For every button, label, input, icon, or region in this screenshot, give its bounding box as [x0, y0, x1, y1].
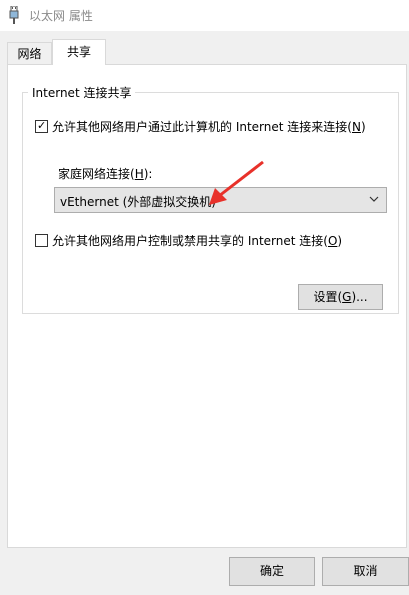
checkmark-icon: ✓ — [37, 119, 47, 132]
home-network-label: 家庭网络连接(H): — [58, 167, 153, 181]
tab-network-label: 网络 — [17, 47, 42, 61]
allow-control-checkbox[interactable] — [35, 234, 48, 247]
allow-connect-checkbox[interactable]: ✓ — [35, 119, 48, 133]
home-network-selected-value: vEthernet (外部虚拟交换机) — [60, 195, 216, 209]
network-adapter-icon — [9, 6, 19, 24]
ics-group-legend: Internet 连接共享 — [28, 84, 136, 101]
chevron-down-icon — [369, 196, 379, 202]
window-title: 以太网 属性 — [29, 9, 93, 23]
settings-button[interactable]: 设置(G)... — [298, 284, 383, 310]
allow-control-label[interactable]: 允许其他网络用户控制或禁用共享的 Internet 连接(O) — [52, 232, 342, 249]
tab-sharing-label: 共享 — [66, 45, 91, 59]
red-arrow-annotation — [209, 160, 264, 205]
cancel-button[interactable]: 取消 — [322, 557, 409, 586]
tab-network[interactable]: 网络 — [7, 42, 52, 64]
title-bar: 以太网 属性 — [0, 0, 409, 31]
ok-button[interactable]: 确定 — [229, 557, 315, 586]
allow-connect-label[interactable]: 允许其他网络用户通过此计算机的 Internet 连接来连接(N) — [52, 118, 366, 135]
tab-sharing[interactable]: 共享 — [52, 39, 106, 65]
